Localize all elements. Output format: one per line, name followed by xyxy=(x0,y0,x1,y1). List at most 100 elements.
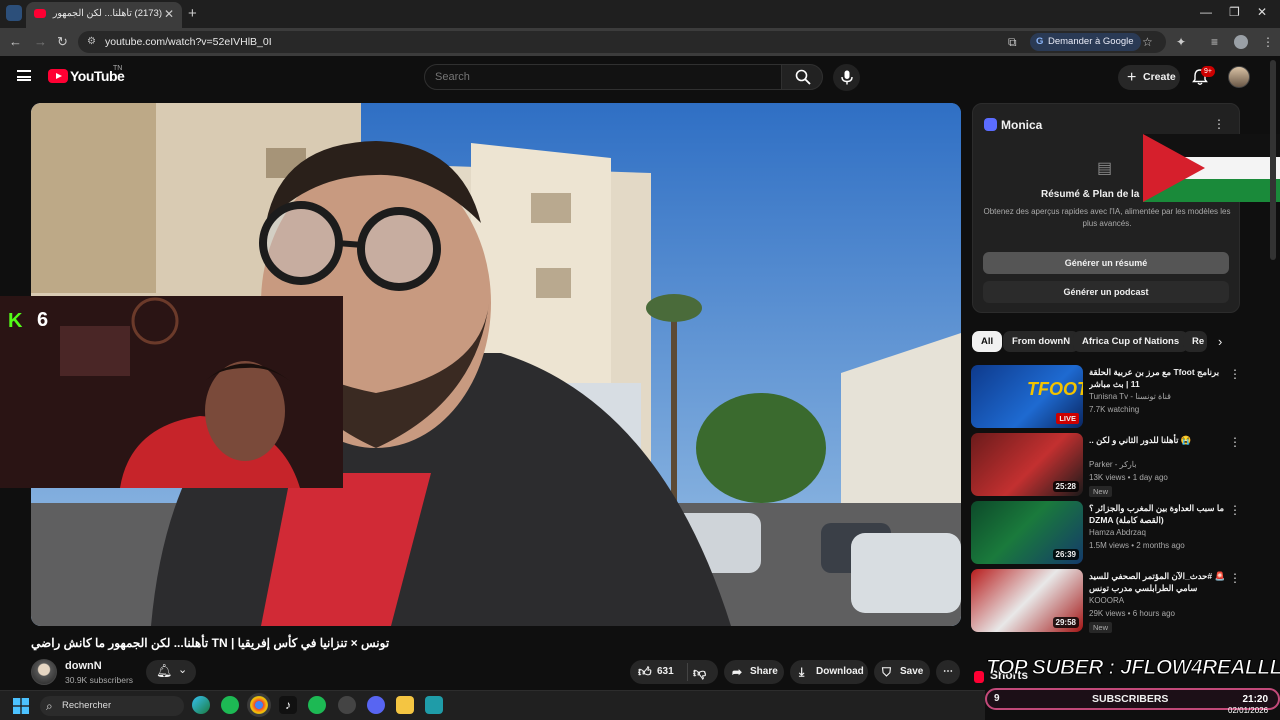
system-clock[interactable]: 21:20 02/01/2026 xyxy=(1228,694,1268,716)
recommendation-channel[interactable]: Parker - باركر xyxy=(1089,460,1136,469)
recommendation-title[interactable]: برنامج Tfoot مع مرز بن عربية الحلقة 11 |… xyxy=(1089,366,1227,390)
more-options-icon[interactable]: ⋮ xyxy=(1229,435,1241,449)
microphone-icon xyxy=(840,70,853,85)
more-options-icon[interactable]: ⋮ xyxy=(1229,503,1241,517)
youtube-logo-icon[interactable] xyxy=(48,69,68,83)
download-button[interactable]: ⤓ Download xyxy=(790,660,868,684)
video-thumbnail[interactable]: 29:58 xyxy=(971,569,1083,632)
more-options-icon[interactable]: ⋮ xyxy=(1229,367,1241,381)
save-label: Save xyxy=(900,666,924,677)
site-info-icon[interactable]: ⚙ xyxy=(87,36,96,47)
restore-icon[interactable]: ❐ xyxy=(1229,5,1240,19)
bell-icon: 🔔︎ xyxy=(156,663,173,678)
edge-icon[interactable] xyxy=(192,696,210,714)
clock-date: 02/01/2026 xyxy=(1228,706,1269,715)
recommendation-title[interactable]: 😭 تأهلنا للدور الثاني و لكن .. xyxy=(1089,434,1227,446)
spotify-alt-icon[interactable] xyxy=(308,696,326,714)
chrome-icon[interactable] xyxy=(250,696,268,714)
list-item[interactable]: 26:39 ما سبب العداوة بين المغرب والجزائر… xyxy=(971,501,1261,565)
recommendation-meta: 1.5M views • 2 months ago xyxy=(1089,541,1185,550)
flag-graphic xyxy=(1143,134,1280,202)
cast-icon[interactable]: ⧉ xyxy=(1008,35,1017,50)
chip-africa-cup[interactable]: Africa Cup of Nations xyxy=(1073,331,1189,352)
file-explorer-icon[interactable] xyxy=(396,696,414,714)
chip-all[interactable]: All xyxy=(972,331,1003,352)
bookmark-star-icon[interactable]: ☆ xyxy=(1142,35,1153,49)
recommendation-title[interactable]: ما سبب العداوة بين المغرب والجزائر ؟ (ال… xyxy=(1089,502,1227,526)
spotify-icon[interactable] xyxy=(221,696,239,714)
page-scrollbar[interactable] xyxy=(1270,60,1276,260)
monica-menu-icon[interactable]: ⋮ xyxy=(1213,117,1225,131)
ask-google-button[interactable]: Demander à Google xyxy=(1030,33,1141,51)
chevron-down-icon: ⌄ xyxy=(178,664,188,676)
recommendation-title[interactable]: 🚨 #حدث_الآن المؤتمر الصحفي للسيد سامي ال… xyxy=(1089,570,1227,594)
video-thumbnail[interactable]: 25:28 xyxy=(971,433,1083,496)
browser-menu-icon[interactable]: ⋮ xyxy=(1262,35,1274,49)
windows-taskbar: Rechercher xyxy=(0,690,985,720)
guide-menu-icon[interactable] xyxy=(17,70,31,81)
like-icon[interactable]: 👍︎ xyxy=(638,660,652,684)
app-alt-icon[interactable] xyxy=(425,696,443,714)
subscription-bell-button[interactable]: 🔔︎ ⌄ xyxy=(146,660,196,684)
list-item[interactable]: TFOOT LIVE برنامج Tfoot مع مرز بن عربية … xyxy=(971,365,1261,429)
list-item[interactable]: 25:28 😭 تأهلنا للدور الثاني و لكن .. Par… xyxy=(971,433,1261,497)
close-tab-icon[interactable]: ✕ xyxy=(164,7,174,21)
reload-icon[interactable]: ↻ xyxy=(57,34,68,50)
close-window-icon[interactable]: ✕ xyxy=(1257,5,1267,19)
minimize-icon[interactable]: — xyxy=(1200,5,1212,19)
recommendation-meta: 29K views • 6 hours ago xyxy=(1089,609,1175,618)
shorts-icon xyxy=(974,671,984,683)
search-input[interactable] xyxy=(424,64,782,90)
extensions-icon[interactable]: ✦ xyxy=(1176,35,1186,49)
share-label: Share xyxy=(750,666,778,677)
share-button[interactable]: ➦ Share xyxy=(724,660,784,684)
browser-tab[interactable]: (2173) تأهلنا... لكن الجمهور ما كا... ✕ xyxy=(26,2,182,28)
top-subscriber-banner: TOP SUBER : JFLOW4REALLL xyxy=(985,656,1280,680)
dislike-icon[interactable]: 👎︎ xyxy=(693,661,706,685)
list-item[interactable]: 29:58 🚨 #حدث_الآن المؤتمر الصحفي للسيد س… xyxy=(971,569,1261,633)
recommendation-channel[interactable]: KOOORA xyxy=(1089,596,1124,605)
app-icon[interactable] xyxy=(338,696,356,714)
like-dislike-group: 👍︎ 631 👎︎ xyxy=(630,660,718,684)
save-button[interactable]: ⛉ Save xyxy=(874,660,930,684)
document-icon: ▤ xyxy=(1097,160,1113,177)
video-thumbnail[interactable]: 26:39 xyxy=(971,501,1083,564)
like-count[interactable]: 631 xyxy=(657,660,674,684)
recommendation-channel[interactable]: Tunisna Tv - قناة تونسنا xyxy=(1089,392,1171,401)
back-icon[interactable]: ← xyxy=(9,34,22,49)
new-tab-button[interactable]: + xyxy=(188,5,197,22)
video-thumbnail[interactable]: TFOOT LIVE xyxy=(971,365,1083,428)
account-avatar[interactable] xyxy=(1228,66,1250,88)
browser-tab-strip: (2173) تأهلنا... لكن الجمهور ما كا... ✕ … xyxy=(0,0,1280,28)
forward-icon[interactable]: → xyxy=(34,34,47,49)
share-icon: ➦ xyxy=(732,665,743,679)
generate-summary-button[interactable]: Générer un résumé xyxy=(983,252,1229,274)
taskbar-search[interactable]: Rechercher xyxy=(40,696,184,716)
channel-avatar[interactable] xyxy=(31,659,57,685)
voice-search-button[interactable] xyxy=(833,64,860,91)
address-bar[interactable]: ⚙ youtube.com/watch?v=52eIVHlB_0I xyxy=(78,31,1166,53)
url-text: youtube.com/watch?v=52eIVHlB_0I xyxy=(105,36,272,48)
profile-avatar[interactable] xyxy=(1234,35,1248,49)
monica-description: Obtenez des aperçus rapides avec l'IA, a… xyxy=(983,207,1231,228)
more-actions-button[interactable]: ⋯ xyxy=(936,660,960,684)
recommendation-meta: 7.7K watching xyxy=(1089,405,1140,414)
subscriber-count: 30.9K subscribers xyxy=(65,675,134,685)
tiktok-icon[interactable]: ♪ xyxy=(279,696,297,714)
chip-from-channel[interactable]: From downN xyxy=(1003,331,1080,352)
discord-icon[interactable] xyxy=(367,696,385,714)
windows-start-icon[interactable] xyxy=(13,698,29,714)
download-label: Download xyxy=(816,666,864,677)
generate-podcast-button[interactable]: Générer un podcast xyxy=(983,281,1229,303)
download-icon: ⤓ xyxy=(799,665,805,679)
search-button[interactable] xyxy=(781,64,823,90)
create-button[interactable]: Create xyxy=(1118,65,1180,90)
recommendation-channel[interactable]: Hamza Abdrzaq xyxy=(1089,528,1146,537)
channel-name[interactable]: downN xyxy=(65,660,102,672)
clock-time: 21:20 xyxy=(1242,694,1269,705)
more-options-icon[interactable]: ⋮ xyxy=(1229,571,1241,585)
chip-related[interactable]: Re xyxy=(1183,331,1207,352)
media-control-icon[interactable]: ≡ xyxy=(1211,35,1218,49)
chips-next-icon[interactable]: › xyxy=(1218,334,1222,349)
tab-search-icon[interactable] xyxy=(6,5,22,21)
